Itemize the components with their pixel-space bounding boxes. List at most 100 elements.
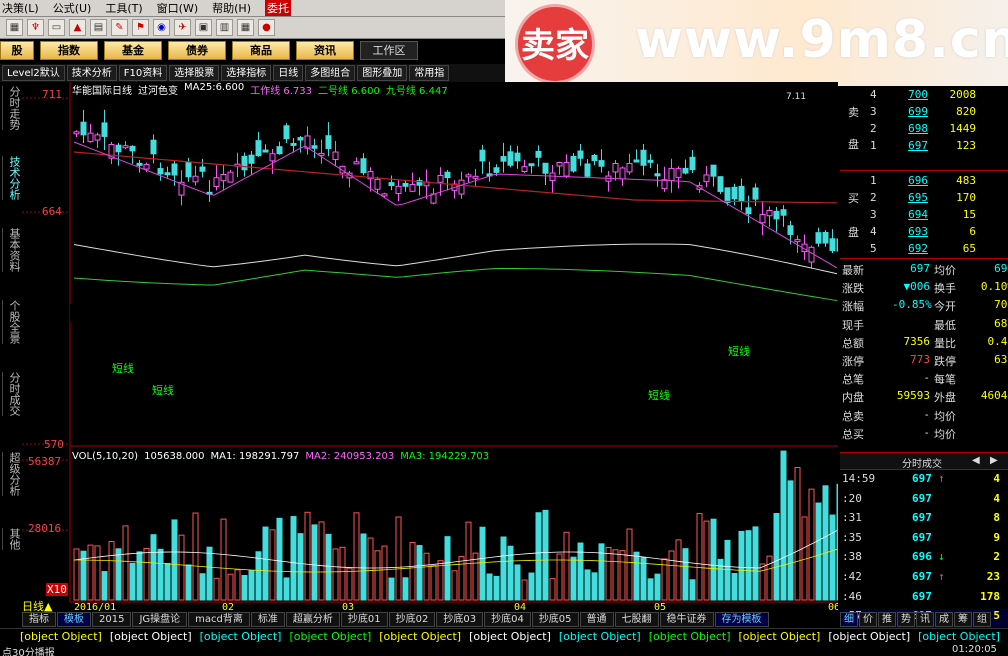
order-row-buy[interactable]: 1 696 483 xyxy=(840,174,1008,191)
split-icon[interactable]: ▥ xyxy=(216,19,233,36)
order-price[interactable]: 698 xyxy=(898,122,928,135)
volume-bar xyxy=(101,571,108,601)
template-tab[interactable]: JG操盘论 xyxy=(132,612,188,627)
order-row-sell[interactable]: 3 699 820 xyxy=(840,105,1008,122)
template-tab[interactable]: 抄底05 xyxy=(531,612,579,627)
category-fund[interactable]: 基金 xyxy=(104,41,162,60)
candle xyxy=(514,152,521,162)
volume-bar xyxy=(206,546,213,601)
template-tab[interactable]: 抄底04 xyxy=(484,612,531,627)
vtab-other[interactable]: 其他 xyxy=(2,528,21,550)
alert-icon[interactable]: ⚑ xyxy=(132,19,149,36)
vtab-basic[interactable]: 基本资料 xyxy=(2,228,21,272)
workspace-button[interactable]: 工作区 xyxy=(360,41,418,60)
order-price[interactable]: 699 xyxy=(898,105,928,118)
template-tab[interactable]: 抄底02 xyxy=(388,612,436,627)
order-price[interactable]: 700 xyxy=(898,88,928,101)
tab-level2[interactable]: Level2默认 xyxy=(2,65,65,81)
record-icon[interactable]: ● xyxy=(258,19,275,36)
monitor-icon[interactable]: ▭ xyxy=(48,19,65,36)
order-row-buy[interactable]: 5 692 65 xyxy=(840,242,1008,259)
order-row-sell[interactable]: 2 698 1449 xyxy=(840,122,1008,139)
order-row-buy[interactable]: 4 693 6 xyxy=(840,225,1008,242)
quote-tab[interactable]: 筹 xyxy=(954,612,972,627)
stat-row: 最新 697 均价 696 xyxy=(840,262,1008,279)
vtab-ticks[interactable]: 分时成交 xyxy=(2,372,21,416)
quote-icon[interactable]: ▲ xyxy=(69,19,86,36)
order-price[interactable]: 697 xyxy=(898,139,928,152)
right-arrow-icon[interactable]: ▶ xyxy=(990,455,998,466)
template-tab[interactable]: 稳牛证券 xyxy=(659,612,714,627)
candle xyxy=(472,175,479,179)
tab-daily[interactable]: 日线 xyxy=(273,65,304,81)
template-tab[interactable]: 普通 xyxy=(579,612,614,627)
volume-bar xyxy=(591,572,598,601)
quote-tab[interactable]: 组 xyxy=(973,612,991,627)
quote-tab[interactable]: 细 xyxy=(840,612,858,627)
tab-common[interactable]: 常用指 xyxy=(409,65,450,81)
kline-chart[interactable]: 2016/01 02 03 04 05 06 xyxy=(22,82,838,612)
candle xyxy=(479,149,486,162)
order-row-buy[interactable]: 3 694 15 xyxy=(840,208,1008,225)
category-commodity[interactable]: 商品 xyxy=(232,41,290,60)
category-stock[interactable]: 股 xyxy=(0,41,34,60)
volume-bar xyxy=(115,548,122,601)
tab-overlay[interactable]: 图形叠加 xyxy=(357,65,408,81)
layout-icon[interactable]: ▤ xyxy=(90,19,107,36)
chart-icon[interactable]: ◉ xyxy=(153,19,170,36)
menu-formula[interactable]: 公式(U) xyxy=(53,0,92,16)
vtab-technical[interactable]: 技术分析 xyxy=(2,156,21,200)
tab-select-indicator[interactable]: 选择指标 xyxy=(221,65,272,81)
vtab-intraday[interactable]: 分时走势 xyxy=(2,86,21,130)
menu-window[interactable]: 窗口(W) xyxy=(157,0,198,16)
menu-trade[interactable]: 委托 xyxy=(265,0,291,16)
template-tab[interactable]: 抄底01 xyxy=(340,612,388,627)
template-tab[interactable]: macd背离 xyxy=(188,612,250,627)
tab-technical[interactable]: 技术分析 xyxy=(66,65,117,81)
candle xyxy=(80,121,87,136)
template-tab[interactable]: 标准 xyxy=(250,612,285,627)
category-news[interactable]: 资讯 xyxy=(296,41,354,60)
window-icon[interactable]: ▣ xyxy=(195,19,212,36)
template-tab[interactable]: 2015 xyxy=(92,612,132,627)
quote-tab[interactable]: 推 xyxy=(878,612,896,627)
order-price[interactable]: 695 xyxy=(898,191,928,204)
order-price[interactable]: 693 xyxy=(898,225,928,238)
quote-tab[interactable]: 成 xyxy=(935,612,953,627)
mark-icon[interactable]: ✎ xyxy=(111,19,128,36)
template-tab[interactable]: 存为模板 xyxy=(714,612,769,627)
volume-bar xyxy=(549,578,556,601)
category-index[interactable]: 指数 xyxy=(40,41,98,60)
vtab-super[interactable]: 超级分析 xyxy=(2,452,21,496)
order-price[interactable]: 696 xyxy=(898,174,928,187)
template-tab[interactable]: 指标 xyxy=(22,612,56,627)
strategy-icon[interactable]: ✈ xyxy=(174,19,191,36)
calc-icon[interactable]: ▦ xyxy=(237,19,254,36)
tab-f10[interactable]: F10资料 xyxy=(118,65,168,81)
tab-multi-chart[interactable]: 多图组合 xyxy=(305,65,356,81)
order-row-sell[interactable]: 1 697 123 xyxy=(840,139,1008,156)
order-row-sell[interactable]: 4 700 2008 xyxy=(840,88,1008,105)
order-row-buy[interactable]: 2 695 170 xyxy=(840,191,1008,208)
volume-bar xyxy=(731,573,738,601)
quote-tab[interactable]: 讯 xyxy=(916,612,934,627)
category-bond[interactable]: 债券 xyxy=(168,41,226,60)
tab-select-stock[interactable]: 选择股票 xyxy=(169,65,220,81)
grid-icon[interactable]: ▦ xyxy=(6,19,23,36)
quote-tab[interactable]: 价 xyxy=(859,612,877,627)
template-tab[interactable]: 抄底03 xyxy=(436,612,484,627)
menu-decision[interactable]: 决策(L) xyxy=(2,0,39,16)
order-price[interactable]: 692 xyxy=(898,242,928,255)
menu-help[interactable]: 帮助(H) xyxy=(212,0,251,16)
template-tab[interactable]: 超赢分析 xyxy=(285,612,340,627)
template-tab[interactable]: 七股翻 xyxy=(614,612,659,627)
quote-tab[interactable]: 势 xyxy=(897,612,915,627)
right-tabs: 细价推势讯成筹组 xyxy=(840,612,1008,628)
left-arrow-icon[interactable]: ◀ xyxy=(972,455,980,466)
menu-tools[interactable]: 工具(T) xyxy=(105,0,142,16)
vtab-panorama[interactable]: 个股全景 xyxy=(2,300,21,344)
template-tab[interactable]: 模板 xyxy=(57,612,91,627)
volume-bar xyxy=(171,519,178,601)
order-price[interactable]: 694 xyxy=(898,208,928,221)
compare-icon[interactable]: ♆ xyxy=(27,19,44,36)
